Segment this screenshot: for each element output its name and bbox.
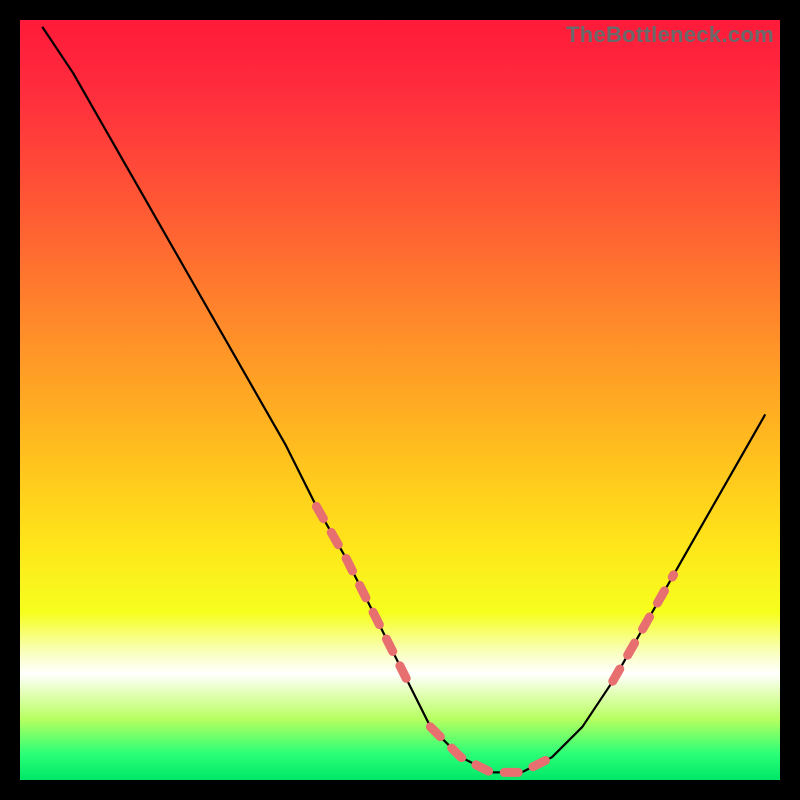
chart-svg [20,20,780,780]
watermark-text: TheBottleneck.com [566,22,774,48]
chart-frame: TheBottleneck.com [20,20,780,780]
